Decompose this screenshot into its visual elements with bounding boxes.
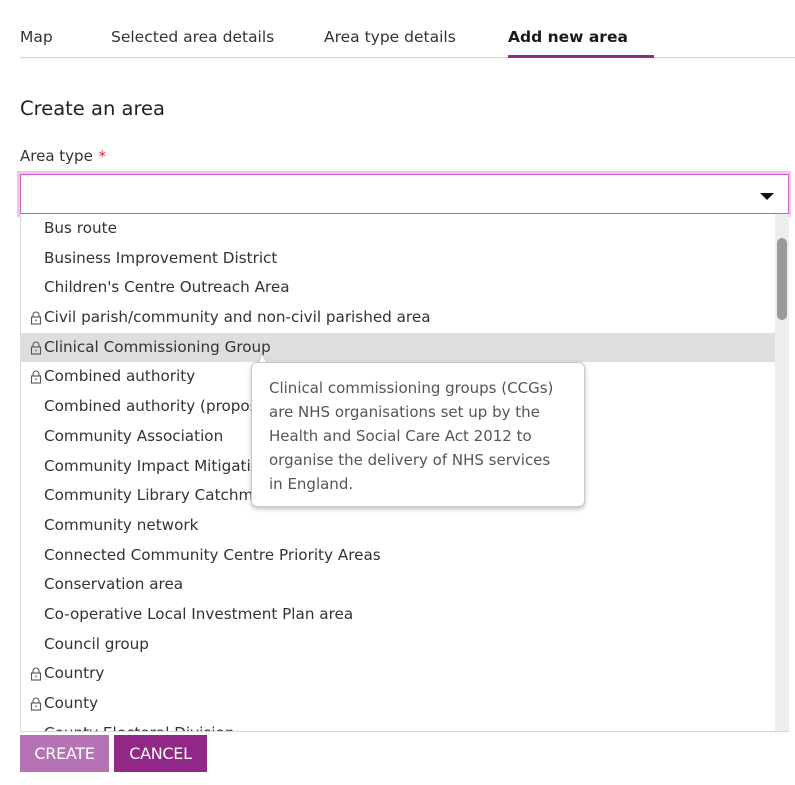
dropdown-option[interactable]: Bus route — [21, 214, 776, 244]
dropdown-option[interactable]: Civil parish/community and non-civil par… — [21, 303, 776, 333]
dropdown-option-label: Bus route — [44, 219, 117, 237]
scrollbar-thumb[interactable] — [777, 238, 787, 320]
dropdown-option[interactable]: Business Improvement District — [21, 244, 776, 274]
tab-selected-area-details[interactable]: Selected area details — [111, 28, 274, 46]
dropdown-option-label: Business Improvement District — [44, 248, 278, 267]
page-title: Create an area — [20, 97, 165, 120]
dropdown-option[interactable]: Community network — [21, 511, 776, 541]
lock-icon — [29, 303, 43, 333]
dropdown-option[interactable]: Council group — [21, 630, 776, 660]
dropdown-option-label: Combined authority (proposed) — [44, 397, 283, 416]
tab-add-new-area[interactable]: Add new area — [508, 28, 628, 46]
dropdown-option[interactable]: County — [21, 689, 776, 719]
lock-icon — [29, 659, 43, 689]
dropdown-option-label: Children's Centre Outreach Area — [44, 278, 290, 297]
cancel-button[interactable]: CANCEL — [114, 735, 207, 772]
dropdown-option[interactable]: Country — [21, 659, 776, 689]
dropdown-option-label: Community Association — [44, 426, 224, 445]
dropdown-option[interactable]: Clinical Commissioning Group — [21, 332, 776, 363]
required-marker: * — [98, 149, 106, 165]
dropdown-option-label: Community Impact Mitigation — [44, 456, 270, 475]
dropdown-option-label: Community Library Catchment — [44, 486, 279, 505]
create-button[interactable]: CREATE — [20, 735, 109, 772]
tooltip-text: Clinical commissioning groups (CCGs) are… — [269, 379, 554, 493]
dropdown-option-label: County — [44, 694, 99, 712]
area-type-label-text: Area type — [20, 147, 93, 165]
dropdown-option-label: Combined authority — [44, 367, 196, 386]
caret-down-icon[interactable] — [760, 193, 774, 200]
dropdown-option-label: Civil parish/community and non-civil par… — [44, 308, 431, 327]
dropdown-option-label: Conservation area — [44, 575, 184, 594]
lock-icon — [29, 333, 43, 363]
dropdown-option-label: Country — [44, 664, 105, 683]
listbox-scrollbar[interactable] — [775, 214, 789, 731]
description-tooltip: Clinical commissioning groups (CCGs) are… — [251, 362, 585, 507]
dropdown-option-label: Council group — [44, 634, 149, 653]
dropdown-option[interactable]: Conservation area — [21, 570, 776, 600]
dropdown-option-label: County Electoral Division — [44, 724, 234, 731]
tab-map[interactable]: Map — [20, 28, 53, 46]
dropdown-option[interactable]: Connected Community Centre Priority Area… — [21, 541, 776, 571]
dropdown-option-label: Connected Community Centre Priority Area… — [44, 545, 381, 564]
dropdown-option[interactable]: County Electoral Division — [21, 719, 776, 731]
dropdown-option[interactable]: Children's Centre Outreach Area — [21, 273, 776, 303]
dropdown-option-label: Clinical Commissioning Group — [44, 337, 271, 356]
tab-area-type-details[interactable]: Area type details — [324, 28, 456, 46]
dropdown-option[interactable]: Co-operative Local Investment Plan area — [21, 600, 776, 630]
area-type-label: Area type * — [20, 147, 106, 165]
lock-icon — [29, 362, 43, 392]
tab-bar: Map Selected area details Area type deta… — [20, 0, 795, 58]
active-tab-indicator — [508, 55, 654, 58]
dropdown-option-label: Co-operative Local Investment Plan area — [44, 604, 354, 623]
area-type-select[interactable] — [20, 174, 789, 214]
lock-icon — [29, 689, 43, 719]
dropdown-option-label: Community network — [44, 515, 199, 534]
